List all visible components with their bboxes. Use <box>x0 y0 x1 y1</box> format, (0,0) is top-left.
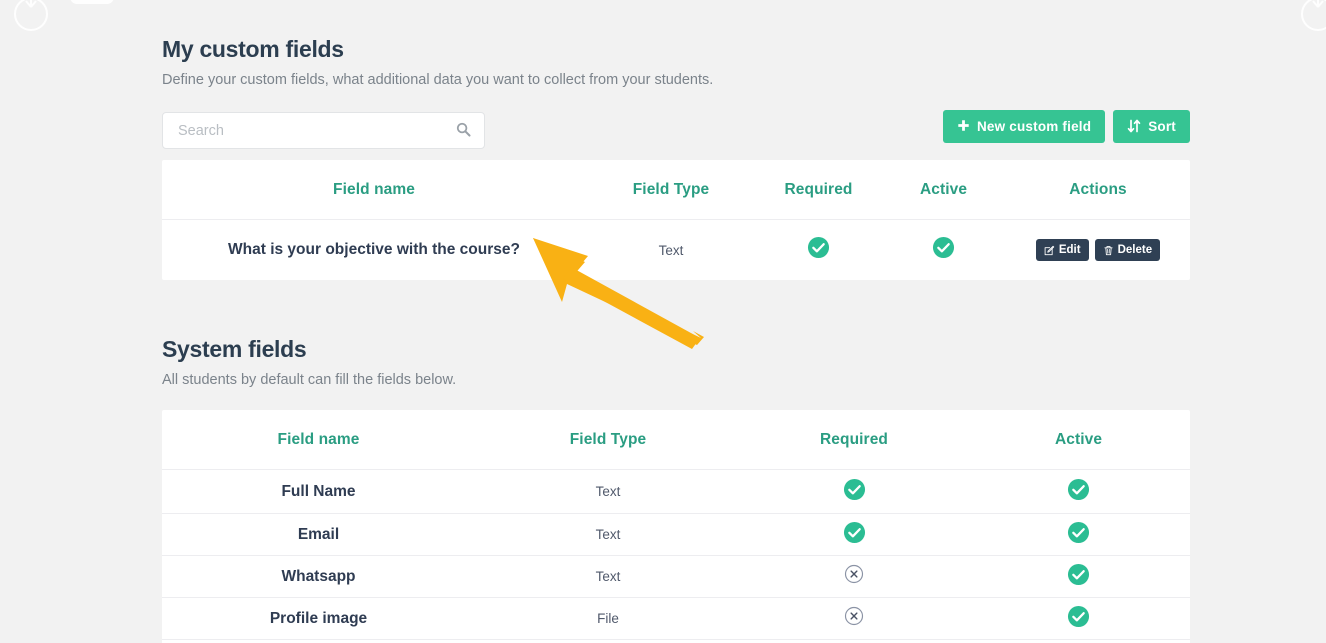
new-custom-field-label: New custom field <box>976 119 1092 134</box>
column-header-field-type[interactable]: Field Type <box>586 181 756 199</box>
refresh-circle-icon <box>14 0 48 31</box>
search-input[interactable] <box>163 113 484 148</box>
system-fields-subtitle: All students by default can fill the fie… <box>162 372 457 388</box>
system-fields-table-header: Field name Field Type Required Active <box>162 410 1190 470</box>
table-row: Whatsapp Text <box>162 556 1190 598</box>
system-field-required-status <box>741 478 967 506</box>
custom-field-name: What is your objective with the course? <box>228 241 520 258</box>
delete-button-label: Delete <box>1117 244 1153 256</box>
new-custom-field-button[interactable]: New custom field <box>942 110 1106 143</box>
sort-arrows-icon <box>1127 119 1141 135</box>
system-field-name: Email <box>297 525 340 543</box>
custom-fields-table-header: Field name Field Type Required Active Ac… <box>162 160 1190 220</box>
table-row: Full Name Text <box>162 470 1190 514</box>
system-field-required-status <box>741 564 967 589</box>
table-row: Email Text <box>162 514 1190 556</box>
check-circle-icon <box>1067 563 1090 591</box>
column-header-field-name[interactable]: Field name <box>162 181 586 199</box>
custom-field-required-status <box>756 236 881 264</box>
pencil-square-icon <box>1044 245 1055 256</box>
column-header-required[interactable]: Required <box>741 431 967 449</box>
page-root: My custom fields Define your custom fiel… <box>0 0 1326 643</box>
system-field-type: Text <box>595 527 621 542</box>
system-field-active-status <box>967 478 1190 506</box>
system-field-type: File <box>597 611 619 626</box>
system-field-required-status <box>741 606 967 631</box>
system-fields-title: System fields <box>162 336 307 362</box>
check-circle-icon <box>1067 478 1090 506</box>
system-field-active-status <box>967 563 1190 591</box>
check-circle-icon <box>1067 521 1090 549</box>
plus-icon <box>957 119 970 134</box>
edit-button[interactable]: Edit <box>1035 239 1089 261</box>
main-content: My custom fields Define your custom fiel… <box>162 0 1190 643</box>
edit-button-label: Edit <box>1058 244 1081 256</box>
system-field-required-status <box>741 521 967 549</box>
system-field-type: Text <box>595 569 621 584</box>
custom-fields-subtitle: Define your custom fields, what addition… <box>162 72 714 88</box>
column-header-active[interactable]: Active <box>881 181 1006 199</box>
system-field-name: Profile image <box>269 609 368 627</box>
cross-circle-icon <box>844 606 864 631</box>
custom-field-type: Text <box>658 242 684 258</box>
column-header-field-type[interactable]: Field Type <box>475 431 741 449</box>
system-field-name: Whatsapp <box>281 567 356 585</box>
custom-field-active-status <box>881 236 1006 264</box>
custom-fields-title: My custom fields <box>162 36 344 62</box>
column-header-active[interactable]: Active <box>967 431 1190 449</box>
refresh-circle-icon-right <box>1301 0 1326 31</box>
check-circle-icon <box>807 236 830 264</box>
check-circle-icon <box>843 521 866 549</box>
check-circle-icon <box>932 236 955 264</box>
system-field-active-status <box>967 605 1190 633</box>
system-field-name: Full Name <box>281 482 356 500</box>
system-fields-table: Field name Field Type Required Active Fu… <box>162 410 1190 643</box>
table-row: Profile image File <box>162 598 1190 640</box>
column-header-field-name[interactable]: Field name <box>162 431 475 449</box>
system-field-active-status <box>967 521 1190 549</box>
toolbar-buttons: New custom field Sort <box>942 110 1190 143</box>
cross-circle-icon <box>844 564 864 589</box>
sort-button[interactable]: Sort <box>1113 110 1190 143</box>
custom-fields-toolbar: New custom field Sort <box>162 110 1190 149</box>
system-field-type: Text <box>595 484 621 499</box>
delete-button[interactable]: Delete <box>1094 239 1161 261</box>
check-circle-icon <box>1067 605 1090 633</box>
trash-icon <box>1103 245 1114 256</box>
custom-fields-table: Field name Field Type Required Active Ac… <box>162 160 1190 280</box>
search-box[interactable] <box>162 112 485 149</box>
custom-field-actions: Edit Delete <box>1006 239 1190 261</box>
search-icon[interactable] <box>456 122 471 142</box>
table-row: What is your objective with the course? … <box>162 220 1190 280</box>
sort-label: Sort <box>1148 119 1176 134</box>
column-header-actions: Actions <box>1069 180 1127 198</box>
check-circle-icon <box>843 478 866 506</box>
column-header-required[interactable]: Required <box>756 181 881 199</box>
top-pill-decoration <box>70 0 114 4</box>
